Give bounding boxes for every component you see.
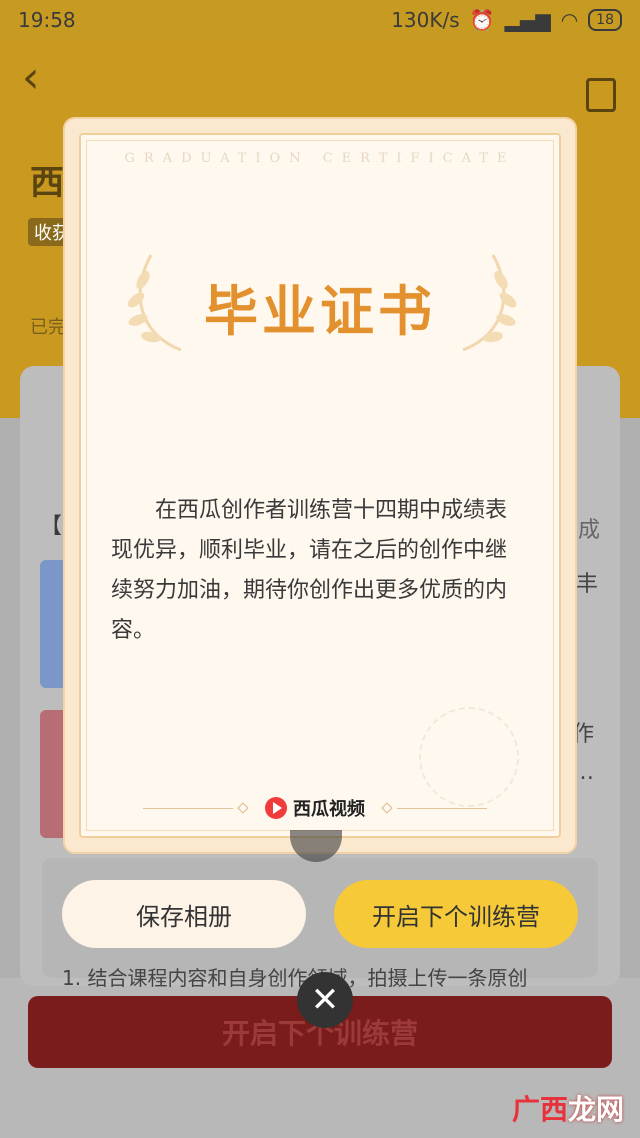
wifi-icon: ◠ (560, 8, 579, 32)
certificate-body-text: 在西瓜创作者训练营十四期中成绩表现优异，顺利毕业，请在之后的创作中继续努力加油，… (111, 498, 508, 643)
watermark-right: 龙网 (567, 1093, 624, 1126)
divider (143, 807, 233, 809)
diamond-ornament-icon (237, 802, 249, 814)
brand-footer: 西瓜视频 (143, 793, 487, 823)
course-text: … (572, 760, 594, 785)
certificate-title: 毕业证书 (204, 280, 436, 343)
watermark: 广西龙网 (512, 1088, 624, 1128)
network-speed: 130K/s (391, 8, 460, 32)
section-bracket: 【 (40, 514, 63, 539)
section-status: 成 (578, 518, 601, 543)
divider (397, 807, 487, 809)
signal-icon: ▂▄▆ (504, 8, 551, 32)
xigua-logo-icon (265, 797, 287, 819)
battery-indicator: 18 (588, 9, 622, 31)
brand-logo: 西瓜视频 (265, 795, 365, 821)
graduation-certificate: GRADUATION CERTIFICATE 毕业证书 在西瓜创作者训练营十四期… (65, 119, 575, 852)
diamond-ornament-icon (381, 802, 393, 814)
status-bar: 19:58 130K/s ⏰ ▂▄▆ ◠ 18 (0, 0, 640, 40)
status-time: 19:58 (18, 8, 76, 32)
page-title: 西 (30, 163, 64, 203)
certificate-header: GRADUATION CERTIFICATE (124, 151, 516, 166)
progress-text: 已完 (30, 317, 66, 338)
course-text: 丰 (576, 572, 599, 597)
course-text: 作 (572, 722, 595, 747)
alarm-icon: ⏰ (469, 8, 495, 32)
save-to-album-button[interactable]: 保存相册 (62, 880, 306, 948)
brand-name: 西瓜视频 (293, 799, 365, 820)
history-icon[interactable] (586, 78, 616, 112)
start-next-camp-button[interactable]: 开启下个训练营 (334, 880, 578, 948)
close-icon[interactable]: ✕ (297, 972, 353, 1028)
watermark-left: 广西 (511, 1093, 568, 1126)
back-icon[interactable]: ‹ (22, 56, 40, 100)
certificate-frame: GRADUATION CERTIFICATE 毕业证书 在西瓜创作者训练营十四期… (79, 133, 561, 838)
seal-stamp-icon (419, 707, 519, 807)
